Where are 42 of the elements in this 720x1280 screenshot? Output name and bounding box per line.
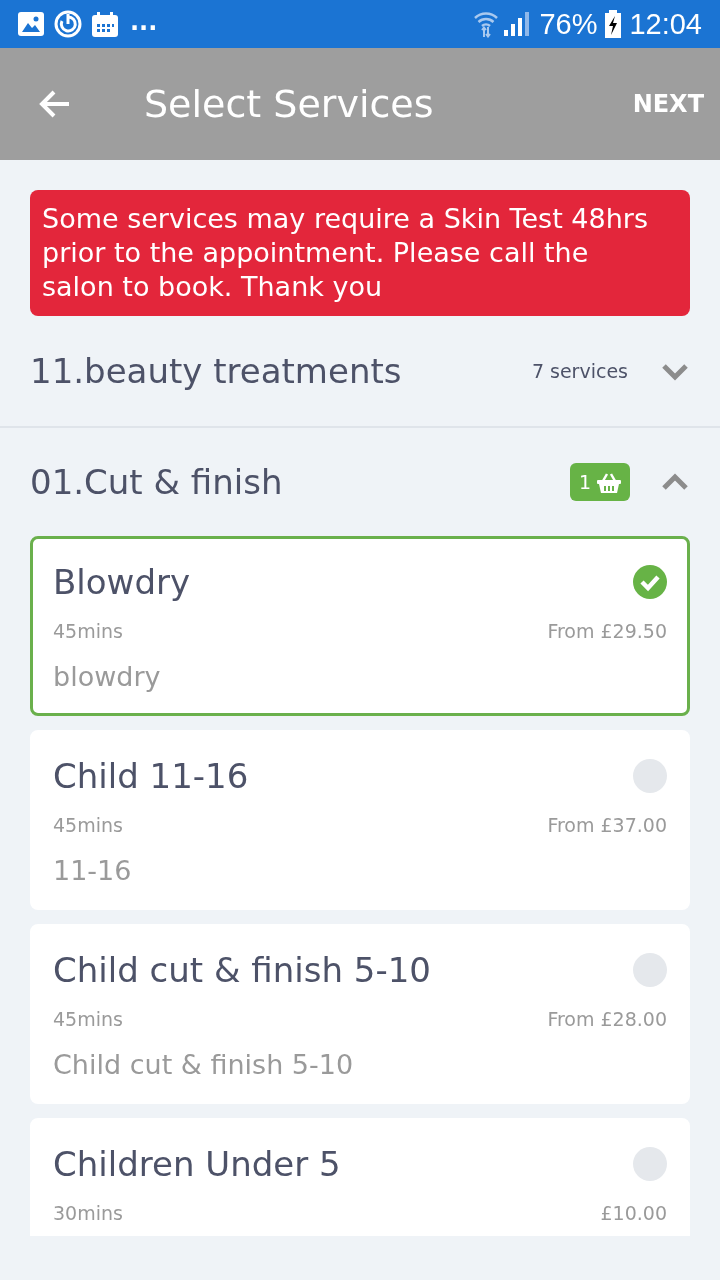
gallery-icon	[18, 12, 44, 36]
check-circle-icon[interactable]	[633, 565, 667, 599]
service-name: Child 11-16	[53, 759, 249, 793]
chevron-up-icon[interactable]	[662, 472, 688, 492]
notice-banner: Some services may require a Skin Test 48hrs prior to the appointment. Please call the salon to book. Thank you	[30, 190, 690, 316]
radio-circle-icon[interactable]	[633, 759, 667, 793]
radio-circle-icon[interactable]	[633, 1147, 667, 1181]
service-price: From £37.00	[547, 815, 667, 835]
service-duration: 45mins	[53, 815, 123, 835]
service-count: 7 services	[531, 361, 628, 381]
service-price: From £29.50	[547, 621, 667, 641]
service-card[interactable]: Children Under 5 30mins £10.00	[30, 1118, 690, 1236]
signal-icon	[504, 12, 530, 36]
service-card[interactable]: Child 11-16 45mins From £37.00 11-16	[30, 730, 690, 910]
service-description: 11-16	[53, 854, 132, 888]
service-duration: 30mins	[53, 1203, 123, 1223]
service-card[interactable]: Blowdry 45mins From £29.50 blowdry	[30, 536, 690, 716]
screen-title: Select Services	[144, 85, 434, 123]
basket-count: 1	[578, 472, 591, 492]
service-description: Child cut & finish 5-10	[53, 1048, 354, 1082]
battery-charging-icon	[605, 10, 622, 38]
service-duration: 45mins	[53, 621, 123, 641]
service-price: £10.00	[600, 1203, 667, 1223]
timer-icon	[54, 10, 82, 38]
clock-time: 12:04	[629, 9, 702, 39]
chevron-down-icon[interactable]	[662, 361, 688, 381]
wifi-icon	[474, 10, 499, 38]
category-title[interactable]: 01.Cut & finish	[30, 465, 283, 499]
service-name: Blowdry	[53, 565, 191, 599]
service-card[interactable]: Child cut & finish 5-10 45mins From £28.00 Child cut & finish 5-10	[30, 924, 690, 1104]
radio-circle-icon[interactable]	[633, 953, 667, 987]
service-duration: 45mins	[53, 1009, 123, 1029]
calendar-icon	[92, 11, 118, 37]
service-price: From £28.00	[547, 1009, 667, 1029]
more-notifications: ...	[130, 10, 158, 34]
battery-percentage: 76%	[539, 9, 598, 39]
service-name: Child cut & finish 5-10	[53, 953, 431, 987]
basket-icon	[597, 471, 621, 493]
service-description: blowdry	[53, 660, 161, 694]
category-title[interactable]: 11.beauty treatments	[30, 354, 402, 388]
service-name: Children Under 5	[53, 1147, 341, 1181]
back-arrow-icon	[37, 88, 71, 120]
